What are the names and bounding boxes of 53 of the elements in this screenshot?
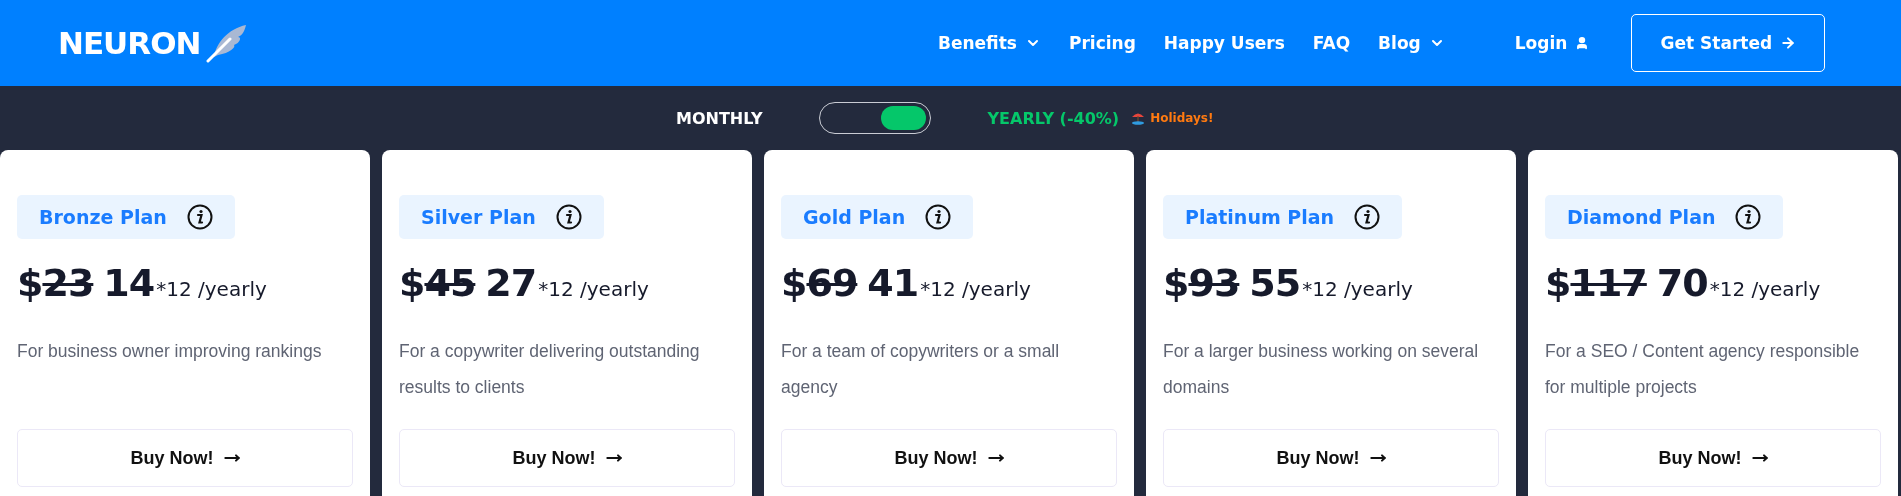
nav-link[interactable]: Happy Users bbox=[1163, 33, 1285, 53]
plan-name: Diamond Plan bbox=[1567, 206, 1716, 228]
info-icon[interactable] bbox=[1735, 204, 1762, 230]
info-icon[interactable] bbox=[925, 204, 952, 230]
buy-now-button[interactable]: Buy Now! bbox=[399, 429, 735, 487]
plan-description: For a larger business working on several domains bbox=[1163, 340, 1480, 399]
info-icon[interactable] bbox=[1354, 204, 1381, 230]
login-link[interactable]: Login bbox=[1514, 33, 1590, 53]
promo-text: Holidays! bbox=[1150, 111, 1214, 125]
plan-name: Platinum Plan bbox=[1185, 206, 1335, 228]
logo[interactable]: NEURON bbox=[58, 25, 201, 61]
info-icon[interactable] bbox=[186, 204, 213, 230]
get-started-button[interactable]: Get Started bbox=[1631, 14, 1826, 72]
old-price: 69 bbox=[806, 261, 858, 305]
currency-symbol: $ bbox=[17, 261, 43, 305]
old-price: 45 bbox=[424, 261, 476, 305]
nav-link[interactable]: FAQ bbox=[1312, 33, 1351, 53]
price-period: *12 /yearly bbox=[156, 277, 267, 301]
yearly-label: YEARLY (-40%) bbox=[987, 108, 1120, 128]
currency-symbol: $ bbox=[1163, 261, 1189, 305]
price-period: *12 /yearly bbox=[538, 277, 649, 301]
old-price: 93 bbox=[1188, 261, 1240, 305]
info-icon[interactable] bbox=[555, 204, 582, 230]
buy-now-button[interactable]: Buy Now! bbox=[1545, 429, 1881, 487]
nav-link[interactable]: Blog bbox=[1378, 33, 1445, 53]
price: 27 bbox=[485, 261, 537, 305]
currency-symbol: $ bbox=[781, 261, 807, 305]
buy-now-button[interactable]: Buy Now! bbox=[17, 429, 353, 487]
price: 55 bbox=[1249, 261, 1301, 305]
currency-symbol: $ bbox=[399, 261, 425, 305]
price-period: *12 /yearly bbox=[920, 277, 1031, 301]
currency-symbol: $ bbox=[1545, 261, 1571, 305]
user-icon bbox=[1575, 36, 1590, 50]
price: 41 bbox=[867, 261, 919, 305]
plan-description: For a team of copywriters or a small agency bbox=[781, 340, 1061, 399]
nav-link[interactable]: Pricing bbox=[1068, 33, 1136, 53]
beach-umbrella-icon bbox=[1131, 111, 1146, 125]
plan-description: For a copywriter delivering outstanding results to clients bbox=[399, 340, 701, 399]
plan-description: For a SEO / Content agency responsible for multiple projects bbox=[1545, 340, 1861, 399]
old-price: 117 bbox=[1570, 261, 1647, 305]
plan-description: For business owner improving rankings bbox=[17, 340, 323, 363]
price-period: *12 /yearly bbox=[1709, 277, 1821, 301]
price: 70 bbox=[1656, 261, 1708, 305]
plan-name: Bronze Plan bbox=[39, 206, 167, 228]
buy-now-button[interactable]: Buy Now! bbox=[781, 429, 1117, 487]
old-price: 23 bbox=[42, 261, 94, 305]
price: 14 bbox=[103, 261, 155, 305]
plan-name: Silver Plan bbox=[421, 206, 536, 228]
monthly-label: MONTHLY bbox=[676, 108, 763, 128]
plan-name: Gold Plan bbox=[803, 206, 906, 228]
nav-link[interactable]: Benefits bbox=[938, 33, 1041, 53]
price-period: *12 /yearly bbox=[1302, 277, 1413, 301]
buy-now-button[interactable]: Buy Now! bbox=[1163, 429, 1499, 487]
